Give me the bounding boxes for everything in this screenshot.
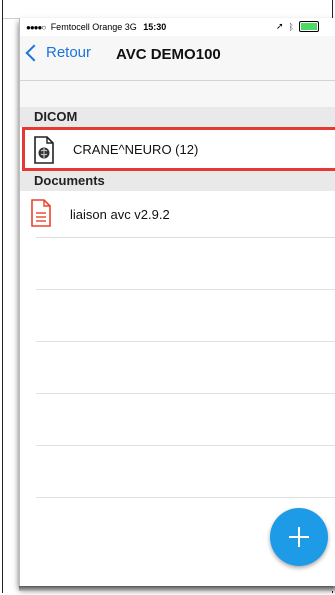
list-item-dicom-series[interactable]: CRANE^NEURO (12) [22,127,335,171]
carrier-name: Femtocell Orange [50,22,123,32]
location-arrow-icon: ➚ [276,21,284,31]
section-header-dicom: DICOM [20,107,335,127]
device-bottom-edge [19,586,333,591]
empty-list-row [36,238,335,290]
back-button[interactable]: Retour [25,44,92,62]
plus-icon-stroke [298,527,300,547]
status-left: ●●●●○ Femtocell Orange 3G 15:30 [26,22,166,32]
dicom-brain-file-icon [34,136,54,164]
list-top-spacer [20,81,335,107]
bluetooth-icon: ᛒ [288,21,294,32]
top-bar [3,0,332,19]
empty-list-row [36,342,335,394]
section-header-documents: Documents [20,171,335,191]
status-right: ➚ ᛒ [276,21,319,32]
status-time: 15:30 [143,22,167,32]
page-title: AVC DEMO100 [116,46,221,63]
navigation-bar: Retour AVC DEMO100 [20,36,335,81]
list-item-label: CRANE^NEURO (12) [73,141,199,157]
network-type: 3G [124,22,137,32]
battery-icon [298,21,319,32]
signal-icon: ●●●●○ [26,23,46,32]
document-file-icon [31,199,51,227]
list-item-document[interactable]: liaison avc v2.9.2 [20,191,335,237]
phone-screen: ●●●●○ Femtocell Orange 3G 15:30 ➚ ᛒ Reto… [19,18,335,586]
empty-list-row [36,290,335,342]
add-button[interactable] [270,508,328,566]
screenshot-frame: ●●●●○ Femtocell Orange 3G 15:30 ➚ ᛒ Reto… [2,0,335,593]
empty-list-row [36,394,335,446]
chevron-left-icon [25,44,43,62]
list-item-label: liaison avc v2.9.2 [70,206,170,222]
status-bar: ●●●●○ Femtocell Orange 3G 15:30 ➚ ᛒ [20,18,335,36]
back-button-label: Retour [46,44,92,61]
empty-list-row [36,446,335,498]
